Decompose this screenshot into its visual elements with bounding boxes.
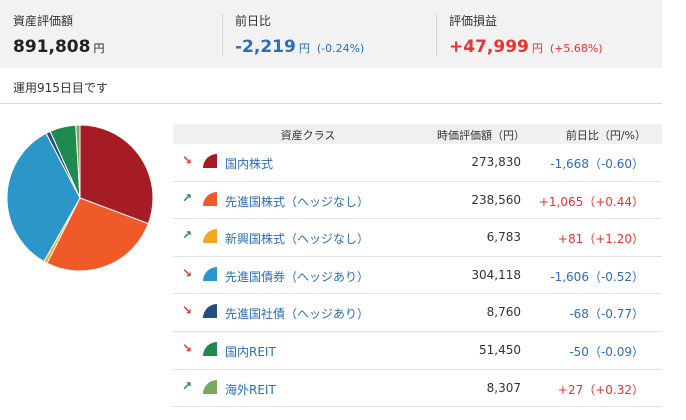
asset-color-swatch [203, 266, 217, 281]
asset-diff: -68（-0.77） [569, 307, 644, 322]
valuation-value: 891,808 [13, 37, 91, 57]
summary-panel: 資産評価額 891,808 円 前日比 -2,219 円 (-0.24%) 評価損益 … [0, 0, 662, 68]
header-diff: 前日比（円/%） [565, 129, 646, 142]
asset-value: 238,560 [471, 192, 521, 207]
asset-value: 51,450 [479, 342, 521, 357]
allocation-pie-chart [6, 124, 154, 272]
pnl-summary: 評価損益 +47,999 円 (+5.68%) [436, 0, 662, 68]
asset-value: 304,118 [471, 267, 521, 282]
asset-color-swatch [203, 191, 217, 206]
asset-color-swatch [203, 304, 217, 319]
valuation-label: 資産評価額 [13, 14, 74, 28]
table-body: ↘ 国内株式 273,830 -1,668（-0.60） ↗ 先進国株式（ヘッジなし） 23… [173, 144, 662, 408]
table-row: ↘ 国内株式 273,830 -1,668（-0.60） [173, 144, 662, 182]
asset-color-swatch [203, 379, 217, 394]
asset-class-link[interactable]: 国内株式 [225, 155, 273, 172]
table-row: ↗ 海外REIT 8,307 +27（+0.32） [173, 370, 662, 408]
asset-value: 273,830 [471, 155, 521, 169]
asset-value: 6,783 [486, 230, 521, 245]
pnl-value-line: +47,999 円 (+5.68%) [449, 37, 662, 59]
table-row: ↗ 先進国株式（ヘッジなし） 238,560 +1,065（+0.44） [173, 182, 662, 220]
table-row: ↘ 先進国債券（ヘッジあり） 304,118 -1,606（-0.52） [173, 257, 662, 295]
pnl-pct: (+5.68%) [549, 42, 603, 55]
valuation-value-line: 891,808 円 [13, 37, 218, 59]
asset-class-link[interactable]: 先進国社債（ヘッジあり） [225, 305, 369, 322]
asset-diff: +81（+1.20） [557, 232, 644, 247]
table-row: ↘ 国内REIT 51,450 -50（-0.09） [173, 332, 662, 370]
asset-class-link[interactable]: 海外REIT [225, 381, 276, 398]
asset-class-link[interactable]: 国内REIT [225, 343, 276, 360]
section-divider [0, 103, 662, 104]
table-row: ↗ 新興国株式（ヘッジなし） 6,783 +81（+1.20） [173, 219, 662, 257]
day-change-value: -2,219 [235, 37, 296, 57]
asset-class-table: 資産クラス 時価評価額（円） 前日比（円/%） ↘ 国内株式 273,830 -1,6… [173, 124, 662, 408]
asset-class-link[interactable]: 先進国債券（ヘッジあり） [225, 268, 369, 285]
table-header: 資産クラス 時価評価額（円） 前日比（円/%） [173, 124, 662, 144]
operating-days-text: 運用915日目です [13, 81, 108, 95]
asset-diff: -1,668（-0.60） [550, 157, 644, 171]
asset-class-link[interactable]: 先進国株式（ヘッジなし） [225, 193, 369, 210]
asset-value: 8,307 [486, 380, 521, 395]
header-asset-class: 資産クラス [280, 129, 336, 142]
day-change-pct: (-0.24%) [316, 42, 365, 55]
pnl-value: +47,999 [449, 37, 529, 57]
arrow-down-right-icon: ↘ [182, 340, 193, 355]
asset-class-link[interactable]: 新興国株式（ヘッジなし） [225, 230, 369, 247]
day-change-label: 前日比 [235, 14, 272, 28]
asset-diff: -1,606（-0.52） [550, 269, 644, 284]
header-value: 時価評価額（円） [437, 129, 525, 142]
arrow-up-right-icon: ↗ [182, 378, 193, 393]
pnl-unit: 円 [531, 42, 543, 55]
asset-color-swatch [203, 229, 217, 244]
pnl-label: 評価損益 [449, 14, 498, 28]
table-row: ↘ 先進国社債（ヘッジあり） 8,760 -68（-0.77） [173, 294, 662, 332]
arrow-down-right-icon: ↘ [182, 303, 193, 318]
arrow-up-right-icon: ↗ [182, 190, 193, 205]
valuation-summary: 資産評価額 891,808 円 [0, 0, 218, 68]
asset-value: 8,760 [486, 305, 521, 320]
arrow-down-right-icon: ↘ [182, 153, 193, 167]
day-change-unit: 円 [298, 42, 310, 55]
asset-diff: +1,065（+0.44） [538, 194, 644, 209]
day-change-value-line: -2,219 円 (-0.24%) [235, 37, 434, 59]
valuation-unit: 円 [93, 42, 105, 55]
asset-diff: +27（+0.32） [557, 382, 644, 397]
asset-diff: -50（-0.09） [569, 344, 644, 359]
arrow-down-right-icon: ↘ [182, 265, 193, 280]
asset-color-swatch [203, 341, 217, 356]
arrow-up-right-icon: ↗ [182, 228, 193, 243]
asset-color-swatch [203, 154, 217, 168]
day-change-summary: 前日比 -2,219 円 (-0.24%) [222, 0, 434, 68]
